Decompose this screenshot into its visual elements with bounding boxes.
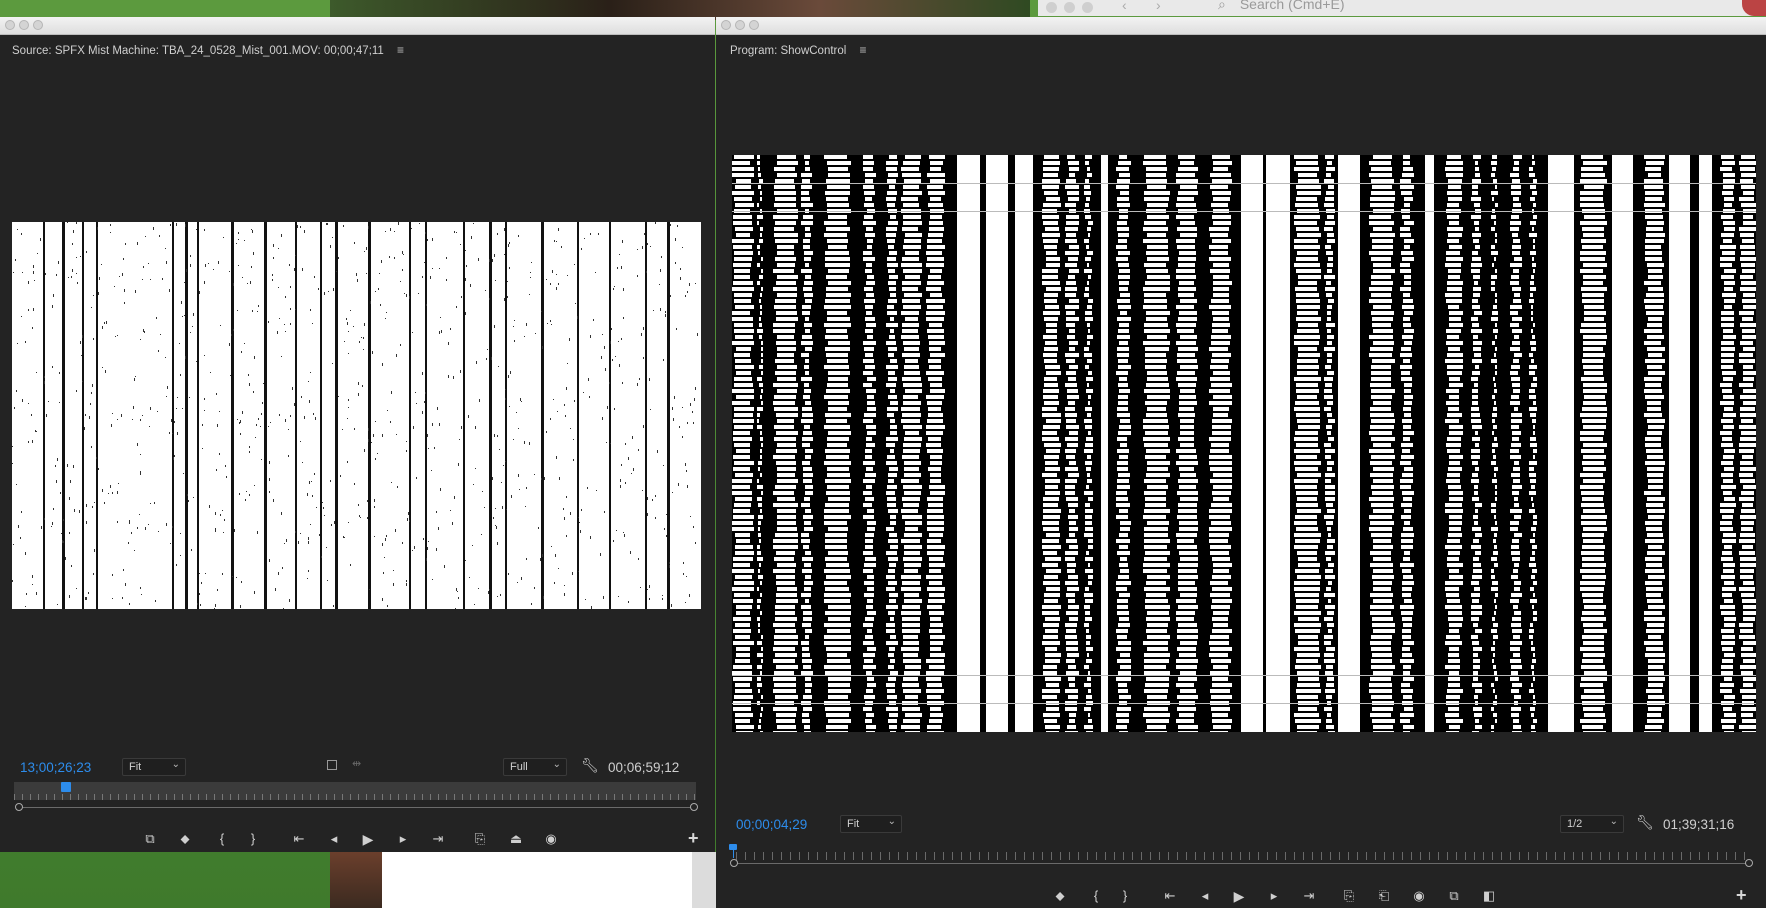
chevron-down-icon: ⌄ bbox=[171, 759, 180, 770]
mark-out-icon[interactable]: } bbox=[1115, 888, 1135, 904]
marker-icon[interactable]: ⬥ bbox=[1050, 888, 1070, 904]
extract-icon[interactable]: ⎗ bbox=[1374, 888, 1394, 904]
step-forward-icon[interactable]: ▸ bbox=[1264, 888, 1284, 904]
camera-icon[interactable]: ◉ bbox=[1409, 888, 1429, 904]
desktop-photo-bottom bbox=[330, 852, 382, 908]
overwrite-icon[interactable]: ⏏ bbox=[506, 831, 526, 847]
browser-zoom-dot[interactable] bbox=[1082, 2, 1093, 13]
search-icon: ⌕ bbox=[1218, 0, 1226, 12]
browser-search-field[interactable]: ⌕ Search (Cmd+E) bbox=[1218, 0, 1345, 13]
drag-audio-only-icon[interactable]: ⇹ bbox=[352, 757, 361, 770]
lift-icon[interactable]: ⎘ bbox=[1339, 888, 1359, 904]
program-current-timecode[interactable]: 00;00;04;29 bbox=[736, 817, 807, 832]
add-button[interactable]: + bbox=[1736, 885, 1747, 906]
source-playhead[interactable] bbox=[61, 782, 71, 792]
source-resolution-select[interactable]: Full ⌄ bbox=[503, 758, 567, 776]
chevron-down-icon: ⌄ bbox=[552, 759, 561, 770]
comparison-view-icon[interactable]: ◧ bbox=[1479, 888, 1499, 904]
zoom-button[interactable] bbox=[33, 20, 43, 30]
step-back-icon[interactable]: ◂ bbox=[1195, 888, 1215, 904]
source-monitor-window: Source: SPFX Mist Machine: TBA_24_0528_M… bbox=[0, 17, 715, 852]
play-icon[interactable]: ▶ bbox=[1229, 888, 1249, 904]
program-monitor-window: Program: ShowControl ≡ 00;00;04;29 Fit ⌄… bbox=[716, 17, 1766, 908]
source-time-ruler bbox=[14, 794, 696, 800]
source-resolution-value: Full bbox=[510, 761, 528, 773]
settings-wrench-icon[interactable]: 🔧︎ bbox=[581, 757, 599, 774]
step-back-icon[interactable]: ◂ bbox=[324, 831, 344, 847]
browser-minimize-dot[interactable] bbox=[1064, 2, 1075, 13]
program-resolution-value: 1/2 bbox=[1567, 818, 1583, 830]
background-window-fragment bbox=[382, 852, 692, 908]
background-window-edge bbox=[692, 852, 716, 908]
play-icon[interactable]: ▶ bbox=[358, 831, 378, 847]
forward-arrow-icon[interactable]: › bbox=[1156, 0, 1161, 13]
mark-in-icon[interactable]: { bbox=[1086, 888, 1106, 904]
minimize-button[interactable] bbox=[735, 20, 745, 30]
program-video-content bbox=[732, 155, 1756, 732]
mark-out-icon[interactable]: } bbox=[243, 831, 263, 847]
program-monitor-title[interactable]: Program: ShowControl bbox=[730, 45, 846, 57]
minimize-button[interactable] bbox=[19, 20, 29, 30]
source-scroll-end-handle[interactable] bbox=[690, 803, 698, 811]
panel-header: Program: ShowControl ≡ bbox=[730, 43, 867, 57]
hamburger-icon[interactable]: ≡ bbox=[860, 43, 867, 57]
source-zoom-select[interactable]: Fit ⌄ bbox=[122, 758, 186, 776]
browser-close-dot[interactable] bbox=[1046, 2, 1057, 13]
go-to-out-icon[interactable]: ⇥ bbox=[1299, 888, 1319, 904]
program-zoom-value: Fit bbox=[847, 818, 860, 830]
back-arrow-icon[interactable]: ‹ bbox=[1122, 0, 1127, 13]
chevron-down-icon: ⌄ bbox=[1609, 816, 1618, 827]
program-resolution-select[interactable]: 1/2 ⌄ bbox=[1560, 815, 1624, 833]
program-zoom-select[interactable]: Fit ⌄ bbox=[840, 815, 902, 833]
settings-wrench-icon[interactable]: 🔧︎ bbox=[1636, 814, 1654, 831]
zoom-button[interactable] bbox=[749, 20, 759, 30]
window-titlebar[interactable] bbox=[716, 17, 1766, 35]
program-time-ruler bbox=[736, 852, 1746, 860]
program-scroll-start-handle[interactable] bbox=[730, 859, 738, 867]
window-titlebar[interactable] bbox=[0, 17, 715, 35]
source-video-frame[interactable] bbox=[12, 222, 701, 609]
program-video-frame[interactable] bbox=[732, 155, 1756, 732]
source-zoom-value: Fit bbox=[129, 761, 142, 773]
chevron-down-icon: ⌄ bbox=[887, 816, 896, 827]
panel-header: Source: SPFX Mist Machine: TBA_24_0528_M… bbox=[12, 43, 404, 57]
export-frame-overlay-icon[interactable]: ⧉ bbox=[140, 831, 160, 847]
go-to-in-icon[interactable]: ⇤ bbox=[289, 831, 309, 847]
insert-icon[interactable]: ⎘ bbox=[470, 831, 490, 847]
search-placeholder: Search (Cmd+E) bbox=[1239, 0, 1345, 12]
browser-window-strip: ‹ › ⌕ Search (Cmd+E) bbox=[1038, 0, 1766, 16]
go-to-out-icon[interactable]: ⇥ bbox=[428, 831, 448, 847]
program-playhead-handle[interactable] bbox=[729, 844, 737, 850]
source-scroll-start-handle[interactable] bbox=[15, 803, 23, 811]
close-button[interactable] bbox=[721, 20, 731, 30]
program-duration-timecode: 01;39;31;16 bbox=[1663, 817, 1735, 832]
source-current-timecode[interactable]: 13;00;26;23 bbox=[20, 760, 91, 775]
source-video-content bbox=[12, 222, 698, 609]
mark-in-icon[interactable]: { bbox=[212, 831, 232, 847]
source-zoom-scrollbar[interactable] bbox=[14, 782, 696, 800]
camera-icon[interactable]: ◉ bbox=[541, 831, 561, 847]
source-scrub-track[interactable] bbox=[20, 807, 696, 808]
marker-icon[interactable]: ⬥ bbox=[175, 831, 195, 847]
add-button[interactable]: + bbox=[688, 828, 699, 849]
go-to-in-icon[interactable]: ⇤ bbox=[1160, 888, 1180, 904]
drag-video-only-icon[interactable] bbox=[327, 760, 337, 770]
step-forward-icon[interactable]: ▸ bbox=[393, 831, 413, 847]
source-duration-timecode: 00;06;59;12 bbox=[608, 760, 680, 775]
program-scroll-end-handle[interactable] bbox=[1745, 859, 1753, 867]
hamburger-icon[interactable]: ≡ bbox=[397, 43, 404, 57]
source-monitor-title[interactable]: Source: SPFX Mist Machine: TBA_24_0528_M… bbox=[12, 45, 384, 57]
export-frame-overlay-icon[interactable]: ⧉ bbox=[1444, 888, 1464, 904]
program-scrub-track[interactable] bbox=[736, 863, 1746, 864]
close-button[interactable] bbox=[5, 20, 15, 30]
